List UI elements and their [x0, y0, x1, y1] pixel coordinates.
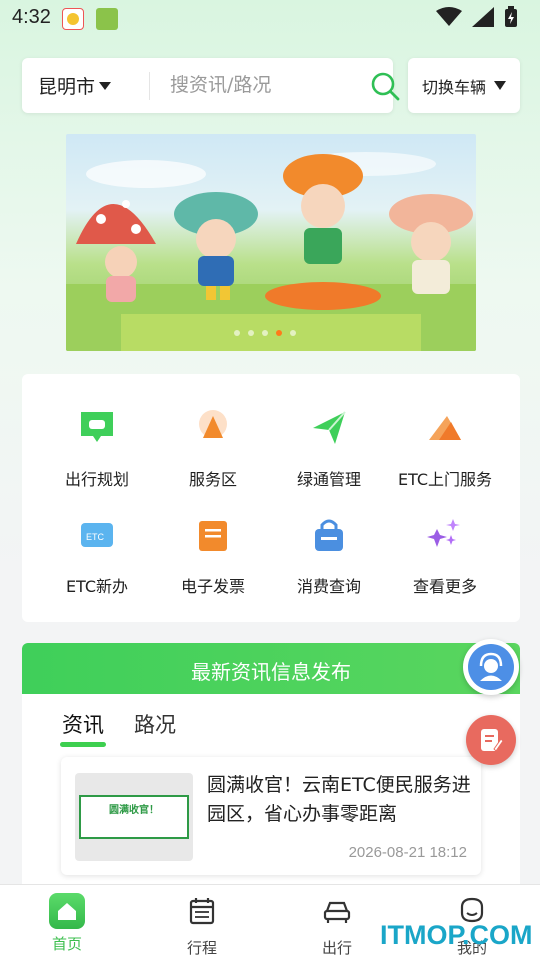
carousel-dot[interactable]	[290, 330, 296, 336]
notification-app-icon	[62, 8, 84, 30]
carousel-indicator	[234, 330, 296, 336]
customer-service-button[interactable]	[463, 639, 519, 695]
trip-planning-icon	[81, 412, 113, 442]
promo-banner[interactable]	[66, 134, 476, 351]
nav-trips[interactable]: 行程	[162, 893, 242, 958]
etc-card-icon: ETC	[81, 523, 113, 547]
service-trip-planning[interactable]: 出行规划	[37, 408, 157, 490]
service-grid: 出行规划 服务区 绿通管理 ETC上门服务 ETC ETC新办 电子发票 消费查…	[22, 374, 520, 622]
nav-label: 首页	[51, 935, 82, 953]
banner-illustration	[66, 152, 476, 351]
service-invoice[interactable]: 电子发票	[153, 515, 273, 597]
news-thumbnail: 圆满收官！	[75, 773, 193, 861]
car-icon	[323, 901, 351, 923]
service-green-channel[interactable]: 绿通管理	[269, 408, 389, 490]
nav-home[interactable]: 首页	[27, 893, 107, 954]
service-label: ETC新办	[65, 577, 129, 596]
news-header: 最新资讯信息发布	[22, 643, 520, 694]
carousel-dot[interactable]	[234, 330, 240, 336]
vehicle-switch-label: 切换车辆	[421, 77, 486, 97]
service-label: 电子发票	[180, 577, 245, 596]
search-bar: 昆明市	[22, 58, 400, 113]
news-section: 最新资讯信息发布 资讯 路况 圆满收官！ 圆满收官！云南ETC便民服务进园区，省…	[22, 643, 520, 893]
service-label: 查看更多	[412, 577, 477, 596]
search-input[interactable]	[170, 70, 350, 100]
notification-app-icon-2	[96, 8, 118, 30]
signal-icon	[472, 7, 494, 27]
service-label: 消费查询	[296, 577, 361, 596]
watermark: ITMOP.COM	[380, 920, 533, 950]
svg-text:ETC: ETC	[86, 532, 105, 542]
battery-icon	[505, 6, 517, 27]
tab-road-conditions[interactable]: 路况	[134, 709, 176, 747]
carousel-dot-active[interactable]	[276, 330, 282, 336]
status-time: 4:32	[12, 6, 51, 28]
service-area-icon	[199, 410, 227, 438]
service-label: 服务区	[188, 470, 237, 489]
service-etc-new[interactable]: ETC ETC新办	[37, 515, 157, 597]
thumbnail-text: 圆满收官！	[109, 805, 159, 816]
service-etc-doorstep[interactable]: ETC上门服务	[385, 408, 505, 490]
more-icon	[427, 519, 460, 547]
search-icon[interactable]	[370, 71, 400, 101]
caret-down-icon	[99, 81, 112, 90]
service-label: ETC上门服务	[397, 470, 493, 489]
edit-note-icon	[481, 729, 503, 752]
feedback-button[interactable]	[466, 715, 516, 765]
service-more[interactable]: 查看更多	[385, 515, 505, 597]
calendar-icon	[189, 898, 215, 925]
service-area[interactable]: 服务区	[153, 408, 273, 490]
tab-news[interactable]: 资讯	[60, 709, 106, 747]
home-icon	[49, 893, 85, 929]
nav-label: 出行	[321, 939, 352, 957]
etc-doorstep-icon	[429, 416, 461, 440]
consumption-query-icon	[315, 519, 343, 551]
caret-down-icon	[494, 81, 506, 90]
news-tabs: 资讯 路况	[60, 709, 176, 747]
headset-icon	[479, 652, 503, 681]
thumbnail-graphic: 圆满收官！	[79, 795, 189, 839]
green-channel-icon	[313, 411, 346, 444]
carousel-dot[interactable]	[262, 330, 268, 336]
nav-label: 行程	[186, 939, 217, 957]
vehicle-switch-button[interactable]: 切换车辆	[408, 58, 520, 113]
status-indicators	[436, 6, 518, 28]
news-list-item[interactable]: 圆满收官！ 圆满收官！云南ETC便民服务进园区，省心办事零距离 2026-08-…	[61, 757, 481, 875]
city-selector[interactable]: 昆明市	[38, 72, 112, 99]
wifi-icon	[436, 7, 462, 26]
service-consumption[interactable]: 消费查询	[269, 515, 389, 597]
news-date: 2026-08-21 18:12	[348, 844, 467, 861]
service-label: 绿通管理	[296, 470, 361, 489]
city-label: 昆明市	[38, 76, 96, 98]
nav-travel[interactable]: 出行	[297, 893, 377, 958]
carousel-dot[interactable]	[248, 330, 254, 336]
status-bar: 4:32	[0, 0, 540, 36]
divider	[149, 72, 150, 100]
invoice-icon	[199, 521, 227, 551]
service-label: 出行规划	[64, 470, 129, 489]
news-title: 圆满收官！云南ETC便民服务进园区，省心办事零距离	[207, 774, 471, 825]
